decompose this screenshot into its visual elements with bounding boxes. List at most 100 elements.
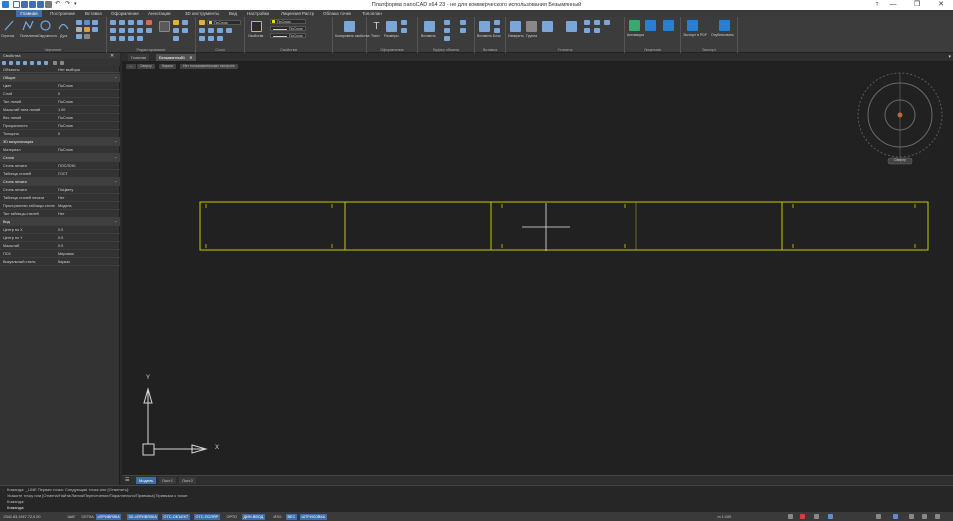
polyline-tool-icon[interactable] [22,20,34,31]
properties-section-header[interactable]: Вид − [0,218,120,226]
annotation-scale[interactable]: m 1:100 [716,514,733,520]
layer-bulb-icon[interactable] [173,20,179,25]
scale-icon[interactable] [128,20,134,25]
group-icon[interactable] [526,21,537,32]
layout-tab-sheet2[interactable]: Лист2 [179,477,196,484]
insert-block-icon[interactable] [479,21,490,32]
collapse-icon[interactable] [44,60,48,65]
color-dropdown[interactable]: ПоСлою [270,19,306,24]
layer-match-icon[interactable] [208,36,214,41]
lengthen-icon[interactable] [173,36,179,41]
publish-icon[interactable] [719,20,730,31]
tab-point-clouds[interactable]: Облака точек [321,10,353,17]
tab-annotate[interactable]: Оформление [109,10,141,17]
status-toggle-button[interactable]: ОТС-ПОЛЯР [194,513,220,520]
status-toggle-button[interactable]: 3D-оПРИВЯЗКА [127,513,159,520]
property-value[interactable]: Нет [58,210,118,218]
area-icon[interactable] [594,28,600,33]
tab-insert[interactable]: Вставка [83,10,104,17]
layer-lock-icon[interactable] [199,36,205,41]
paste-icon[interactable] [424,21,435,32]
grid-icon[interactable] [788,514,793,519]
break-icon[interactable] [182,20,188,25]
drawn-rectangles[interactable] [199,201,929,251]
clean-screen-icon[interactable] [909,514,914,519]
arc-tool-icon[interactable] [58,20,69,31]
select-objects-icon[interactable] [2,60,6,65]
property-value[interactable]: Мировая [58,250,118,258]
property-value[interactable]: 0.0 [58,242,118,250]
tab-construction[interactable]: Построение [48,10,77,17]
match-properties-icon[interactable] [344,21,355,32]
customize-icon[interactable] [922,514,927,519]
paste-orig-icon[interactable] [460,28,466,33]
offset-icon[interactable] [119,36,125,41]
close-tab-icon[interactable]: ✕ [189,55,192,60]
command-line-grip-icon[interactable]: ⋮ [1,488,5,493]
properties-section-header[interactable]: Стили − [0,154,120,162]
property-row[interactable]: Таблица стилей ГОСТ [0,170,120,178]
property-value[interactable]: ПоСлою [58,146,118,154]
property-row[interactable]: Слой 0 [0,90,120,98]
property-row[interactable]: Стиль печати ПОСЛОЮ [0,162,120,170]
point-tool-icon[interactable] [92,27,98,32]
region-tool-icon[interactable] [84,34,90,39]
table-icon[interactable] [401,28,407,33]
property-row[interactable]: Прозрачность ПоСлою [0,122,120,130]
view-direction-button[interactable]: Сверху [137,64,155,69]
status-toggle-button[interactable]: ШТРИХОВКА [300,513,327,520]
property-row[interactable]: ПСК Мировая [0,250,120,258]
rotate-icon[interactable] [119,20,125,25]
copy-object-icon[interactable] [110,28,116,33]
mirror-icon[interactable] [137,20,143,25]
leader-icon[interactable] [401,20,407,25]
collapse-section-icon[interactable]: − [115,218,117,226]
lineweight-dropdown[interactable]: ПоСлою [270,33,306,38]
quick-select-icon[interactable] [566,21,577,32]
distance-icon[interactable] [594,20,600,25]
maximize-button[interactable]: ❐ [905,0,929,10]
visual-style-button[interactable]: Каркас [159,64,177,69]
layer-dropdown[interactable]: ПоСлою [207,20,241,25]
paste-block-icon[interactable] [460,20,466,25]
tab-home[interactable]: Главная [16,10,42,17]
polygon-tool-icon[interactable] [84,20,90,25]
property-row[interactable]: Тип линий ПоСлою [0,98,120,106]
property-value[interactable]: ПоСлою [58,98,118,106]
ellipse-tool-icon[interactable] [92,20,98,25]
property-value[interactable]: 0 [58,130,118,138]
filter-icon[interactable] [23,60,27,65]
layout-tab-model[interactable]: Модель [136,477,157,484]
close-button[interactable]: ✕ [929,0,953,10]
tab-raster[interactable]: Растр [300,10,316,17]
drawing-canvas[interactable]: Y X Сверху [122,62,953,475]
cut-icon[interactable] [444,28,450,33]
property-value[interactable]: ПоЦвету [58,186,118,194]
rectangle-tool-icon[interactable] [76,20,82,25]
property-row[interactable]: Центр по X 0.0 [0,226,120,234]
layer-walk-icon[interactable] [217,36,223,41]
tab-view[interactable]: Вид [227,10,239,17]
layout-tab-sheet1[interactable]: Лист1 [159,477,176,484]
status-toggle-button[interactable]: СЕТКА [80,514,95,520]
property-row[interactable]: Таблица стилей печати Нет [0,194,120,202]
property-value[interactable]: ПоСлою [58,82,118,90]
property-value[interactable]: ПОСЛОЮ [58,162,118,170]
properties-section-header[interactable]: Стиль печати − [0,178,120,186]
property-value[interactable]: 0.0 [58,226,118,234]
text-tool-icon[interactable]: T [371,21,382,32]
hatch-tool-icon[interactable] [76,27,82,32]
lock-icon[interactable] [800,514,805,519]
export-pdf-icon[interactable] [687,20,698,31]
tab-topoplan[interactable]: Топоплан [360,10,384,17]
pickadd-icon[interactable] [16,60,20,65]
layer-freeze-icon[interactable] [226,28,232,33]
properties-big-icon[interactable] [251,21,262,32]
linetype-dropdown[interactable]: ПоСлою [270,26,306,31]
copy-clip-icon[interactable] [444,20,450,25]
layer-prev-icon[interactable] [199,28,205,33]
create-block-icon[interactable] [494,20,500,25]
notifications-icon[interactable] [935,514,940,519]
object-selector[interactable]: Объекты Нет выбора [0,66,120,73]
workspace-icon[interactable] [893,514,898,519]
